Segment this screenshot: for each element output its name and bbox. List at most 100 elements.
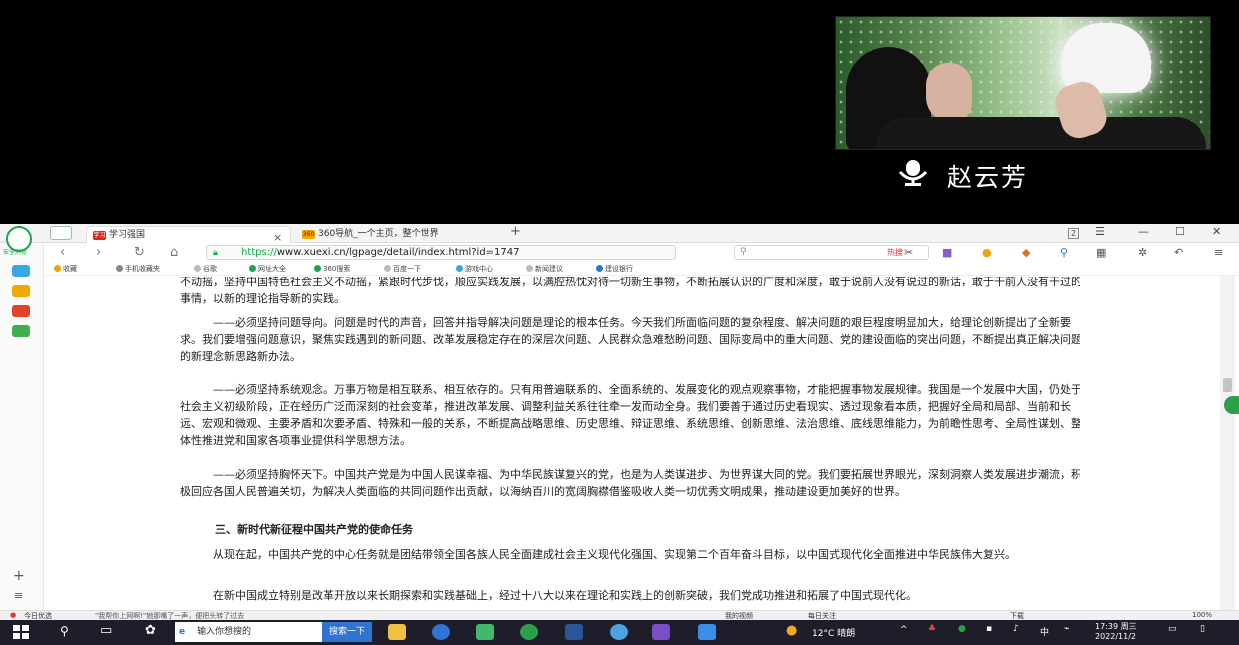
word-icon[interactable]: [565, 624, 583, 640]
bookmark-google[interactable]: 谷歌: [194, 264, 217, 274]
sidebar-add-icon[interactable]: +: [13, 568, 25, 584]
tab-nav-icon[interactable]: [50, 226, 72, 240]
taskbar-search-button[interactable]: 搜索一下: [322, 622, 372, 642]
bookmark-game-center[interactable]: 游戏中心: [456, 264, 493, 274]
zoom-level[interactable]: 100%: [1192, 611, 1212, 619]
bookmarks-bar: 收藏 手机收藏夹 谷歌 网址大全 360搜索 百度一下 游戏中心 新闻建议 建设…: [44, 263, 1239, 276]
search-icon[interactable]: ⚲: [60, 624, 69, 638]
browser-360-icon[interactable]: [520, 624, 538, 640]
refresh-icon[interactable]: ↻: [134, 245, 145, 260]
article-paragraph: 不动摇，坚持中国特色社会主义不动摇，紧跟时代步伐，顺应实践发展，以满腔热忱对待一…: [180, 277, 1080, 305]
speaker-name: 赵云芳: [947, 163, 1029, 192]
file-explorer-icon[interactable]: [388, 624, 406, 640]
scroll-thumb[interactable]: [1223, 378, 1232, 392]
play-store-icon[interactable]: [476, 624, 494, 640]
article-paragraph: ——必须坚持系统观念。万事万物是相互联系、相互依存的。只有用普遍联系的、全面系统…: [180, 383, 1080, 447]
game-center-icon: [456, 265, 463, 272]
task-view-icon[interactable]: ▭: [100, 623, 112, 638]
windows-start-icon[interactable]: [12, 624, 30, 640]
app-circle-icon[interactable]: [610, 624, 628, 640]
tab-label: 学习强国: [109, 230, 146, 240]
star-icon: [54, 265, 61, 272]
tab-label: 360导航_一个主页，整个世界: [318, 229, 439, 239]
sidebar-chat-icon[interactable]: [12, 325, 30, 337]
extension-icon[interactable]: ■: [942, 246, 952, 259]
sidebar-app-icon[interactable]: [12, 265, 30, 277]
article-paragraph: ——必须坚持胸怀天下。中国共产党是为中国人民谋幸福、为中华民族谋复兴的党，也是为…: [180, 468, 1080, 498]
360-favicon-icon: 360: [302, 230, 315, 239]
section-heading: 三、新时代新征程中国共产党的使命任务: [215, 523, 413, 536]
video-tile[interactable]: [835, 16, 1211, 150]
game-icon[interactable]: ◆: [1022, 246, 1030, 259]
network-icon[interactable]: ⌁: [1064, 624, 1069, 634]
bookmark-360-search[interactable]: 360搜索: [314, 264, 350, 274]
speaker-icon[interactable]: ♪: [1013, 624, 1019, 634]
clock-date[interactable]: 2022/11/2: [1095, 632, 1136, 641]
forward-icon[interactable]: ›: [96, 245, 101, 260]
article-paragraph: ——必须坚持问题导向。问题是时代的声音，回答并指导解决问题是理论的根本任务。今天…: [180, 316, 1080, 363]
tray-360-icon[interactable]: ●: [958, 624, 966, 634]
screen: 赵云芳 学习 学习强国 × 360 360导航_一个主页，整个世界 + 2 ☰ …: [0, 0, 1239, 645]
app-wave-icon[interactable]: [698, 624, 716, 640]
photos-icon[interactable]: [652, 624, 670, 640]
settings-icon[interactable]: ✲: [1138, 246, 1147, 259]
bookmark-baidu[interactable]: 百度一下: [384, 264, 421, 274]
coupon-icon[interactable]: ●: [982, 246, 992, 259]
navigation-bar: ‹ › ↻ ⌂ 🔒︎ https://www.xuexi.cn/lgpage/de…: [44, 243, 1239, 263]
grid-icon[interactable]: ▦: [1096, 246, 1106, 259]
scrollbar[interactable]: [1220, 276, 1235, 610]
address-bar[interactable]: 🔒︎ https://www.xuexi.cn/lgpage/detail/ind…: [206, 245, 676, 260]
notification-icon[interactable]: ▭: [1168, 624, 1177, 634]
tab-bar: 学习 学习强国 × 360 360导航_一个主页，整个世界 + 2 ☰ — ☐ …: [0, 224, 1239, 244]
weather-icon: ●: [786, 623, 798, 638]
ime-indicator[interactable]: 中: [1040, 625, 1049, 638]
tray-shield-icon[interactable]: ▪: [986, 624, 992, 634]
minimize-icon[interactable]: —: [1138, 225, 1149, 238]
app-s-icon[interactable]: [432, 624, 450, 640]
show-desktop-icon[interactable]: ▯: [1200, 624, 1205, 634]
ie-icon: e: [179, 627, 186, 637]
bookmark-mobile[interactable]: 手机收藏夹: [116, 264, 160, 274]
new-tab-button[interactable]: +: [510, 224, 521, 239]
clock-time[interactable]: 17:39 周三: [1095, 621, 1137, 632]
article-paragraph: 在新中国成立特别是改革开放以来长期探索和实践基础上，经过十八大以来在理论和实践上…: [213, 589, 917, 602]
scissors-icon[interactable]: ✂: [904, 246, 913, 259]
bookmark-favorites[interactable]: 收藏: [54, 264, 77, 274]
search-box[interactable]: ⚲ 热搜: [734, 245, 929, 260]
phone-icon: [116, 265, 123, 272]
sidebar-menu-icon[interactable]: ≡: [14, 589, 23, 602]
undo-icon[interactable]: ↶: [1174, 246, 1183, 259]
bookmark-ccb[interactable]: 建设银行: [596, 264, 633, 274]
video-person-face: [926, 63, 972, 123]
tab-count-badge[interactable]: 2: [1068, 228, 1080, 239]
taskbar: ⚲ ▭ ✿ e 输入你想搜的 搜索一下 ● 12°C 晴朗 ^ ♣ ● ▪ ♪ …: [0, 620, 1239, 645]
page-icon: [384, 265, 391, 272]
list-icon[interactable]: ☰: [1095, 225, 1105, 238]
lock-icon: 🔒︎: [213, 248, 218, 258]
sidebar-star-icon[interactable]: [12, 285, 30, 297]
sidebar: 安全浏览 + ≡: [0, 226, 44, 610]
tray-app-icon[interactable]: ♣: [928, 624, 936, 634]
chevron-up-icon[interactable]: ^: [900, 625, 908, 635]
taskbar-search-input[interactable]: e 输入你想搜的: [175, 622, 322, 642]
microphone-icon[interactable]: [893, 160, 933, 186]
video-person-body: [876, 117, 1206, 149]
floating-assistant-icon[interactable]: [1224, 396, 1239, 414]
tab-360-nav[interactable]: 360 360导航_一个主页，整个世界: [296, 226, 496, 243]
bookmark-site-list[interactable]: 网址大全: [249, 264, 286, 274]
back-icon[interactable]: ‹: [60, 245, 65, 260]
menu-icon[interactable]: ≡: [1214, 246, 1223, 259]
zoom-icon[interactable]: ⚲: [1060, 246, 1068, 259]
xuexi-favicon-icon: 学习: [93, 231, 106, 240]
tab-xuexi[interactable]: 学习 学习强国 ×: [86, 226, 291, 244]
search-icon: ⚲: [740, 247, 747, 257]
article-content: 不动摇，坚持中国特色社会主义不动摇，紧跟时代步伐，顺应实践发展，以满腔热忱对待一…: [180, 277, 1080, 610]
widgets-icon[interactable]: ✿: [145, 623, 156, 638]
home-icon[interactable]: ⌂: [170, 245, 178, 260]
close-window-icon[interactable]: ✕: [1212, 225, 1221, 238]
maximize-icon[interactable]: ☐: [1175, 225, 1185, 238]
weather-text[interactable]: 12°C 晴朗: [812, 626, 855, 639]
bookmark-news[interactable]: 新闻建议: [526, 264, 563, 274]
sidebar-weibo-icon[interactable]: [12, 305, 30, 317]
browser-window: 学习 学习强国 × 360 360导航_一个主页，整个世界 + 2 ☰ — ☐ …: [0, 224, 1239, 621]
